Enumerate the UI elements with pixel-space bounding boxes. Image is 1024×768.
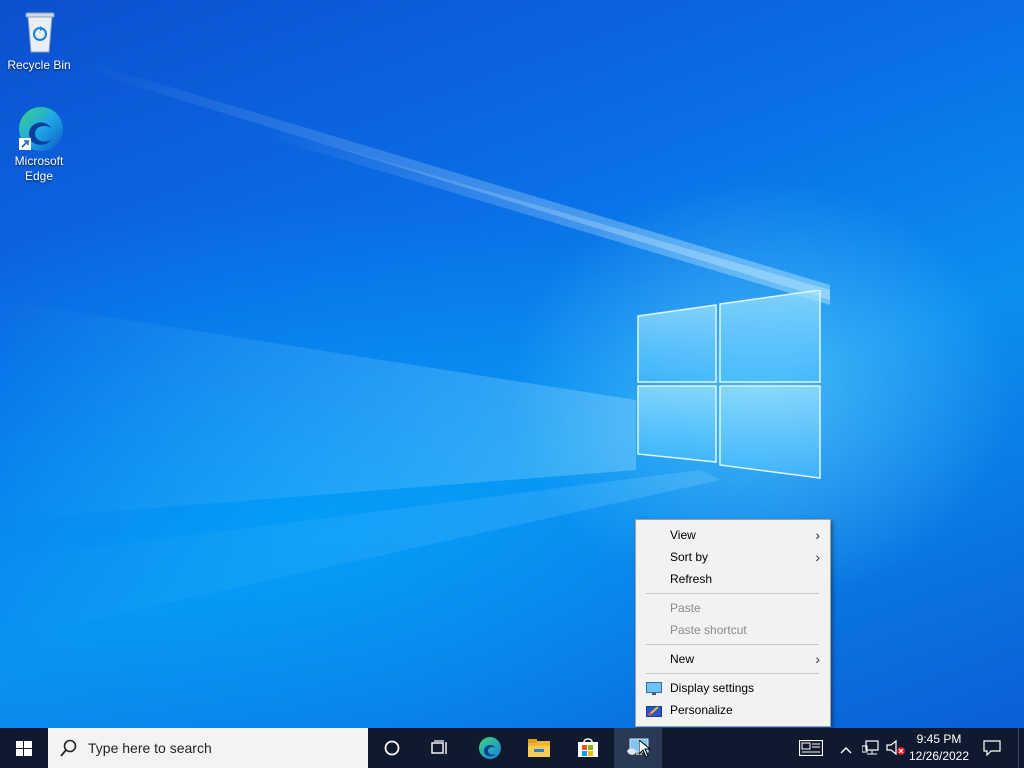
show-hidden-icons-button[interactable] (836, 728, 856, 768)
taskbar-file-explorer-button[interactable] (515, 728, 563, 768)
news-icon (798, 739, 824, 761)
menu-item-paste[interactable]: Paste (636, 597, 830, 619)
chevron-right-icon: › (815, 527, 820, 543)
desktop[interactable]: Recycle Bin Microsoft Edge View › Sort b… (0, 0, 1024, 728)
menu-separator (646, 593, 819, 594)
menu-item-label: Paste shortcut (670, 623, 747, 637)
volume-tray-button[interactable] (884, 728, 908, 768)
search-icon (60, 739, 78, 762)
desktop-icon-label: Microsoft Edge (14, 154, 64, 183)
mouse-cursor-icon (638, 738, 652, 763)
menu-item-label: Refresh (670, 572, 713, 586)
menu-item-label: Personalize (670, 703, 733, 717)
menu-item-sort-by[interactable]: Sort by › (636, 546, 830, 568)
volume-muted-icon (886, 739, 906, 762)
menu-separator (646, 673, 819, 674)
chevron-right-icon: › (815, 651, 820, 667)
taskbar-edge-button[interactable] (466, 728, 514, 768)
personalize-icon (646, 703, 662, 717)
show-desktop-button[interactable] (1018, 728, 1024, 768)
menu-item-new[interactable]: New › (636, 648, 830, 670)
action-center-button[interactable] (976, 728, 1008, 768)
start-button[interactable] (0, 728, 48, 768)
clock-date: 12/26/2022 (908, 749, 970, 763)
desktop-context-menu: View › Sort by › Refresh Paste Paste sho… (635, 519, 831, 727)
menu-item-display-settings[interactable]: Display settings (636, 677, 830, 699)
desktop-icon-recycle-bin[interactable]: Recycle Bin (1, 8, 77, 73)
taskbar-store-button[interactable] (564, 728, 612, 768)
menu-item-label: Sort by (670, 550, 709, 564)
edge-icon (478, 736, 502, 765)
taskbar: Type here to search 9:45 PM 12/26/2022 (0, 728, 1024, 768)
menu-separator (646, 644, 819, 645)
menu-item-label: New (670, 652, 695, 666)
menu-item-label: Display settings (670, 681, 755, 695)
recycle-bin-icon (15, 8, 63, 56)
windows-start-icon (16, 741, 32, 761)
taskbar-search-box[interactable]: Type here to search (48, 728, 368, 768)
network-icon (861, 740, 880, 761)
menu-item-label: View (670, 528, 696, 542)
folder-icon (528, 738, 550, 763)
chevron-up-icon (840, 742, 852, 760)
task-view-button[interactable] (416, 728, 464, 768)
menu-item-personalize[interactable]: Personalize (636, 699, 830, 721)
wallpaper-windows-logo (636, 289, 822, 480)
cortana-circle-icon (384, 740, 400, 761)
chevron-right-icon: › (815, 549, 820, 565)
desktop-icon-label: Recycle Bin (7, 58, 71, 72)
network-tray-button[interactable] (858, 728, 882, 768)
clock-button[interactable]: 9:45 PM 12/26/2022 (906, 728, 972, 768)
taskbar-app-button-active[interactable] (614, 728, 662, 768)
wallpaper-light-beams (0, 0, 1024, 728)
notification-icon (983, 740, 1001, 761)
desktop-icon-microsoft-edge[interactable]: Microsoft Edge (1, 104, 77, 184)
edge-icon (15, 104, 63, 152)
clock-time: 9:45 PM (916, 732, 962, 746)
task-view-icon (431, 740, 449, 761)
menu-item-refresh[interactable]: Refresh (636, 568, 830, 590)
cortana-button[interactable] (368, 728, 416, 768)
menu-item-label: Paste (670, 601, 701, 615)
search-placeholder: Type here to search (88, 740, 212, 756)
menu-item-view[interactable]: View › (636, 524, 830, 546)
news-and-interests-button[interactable] (792, 728, 830, 768)
display-settings-icon (646, 681, 662, 695)
store-bag-icon (577, 736, 599, 763)
menu-item-paste-shortcut[interactable]: Paste shortcut (636, 619, 830, 641)
